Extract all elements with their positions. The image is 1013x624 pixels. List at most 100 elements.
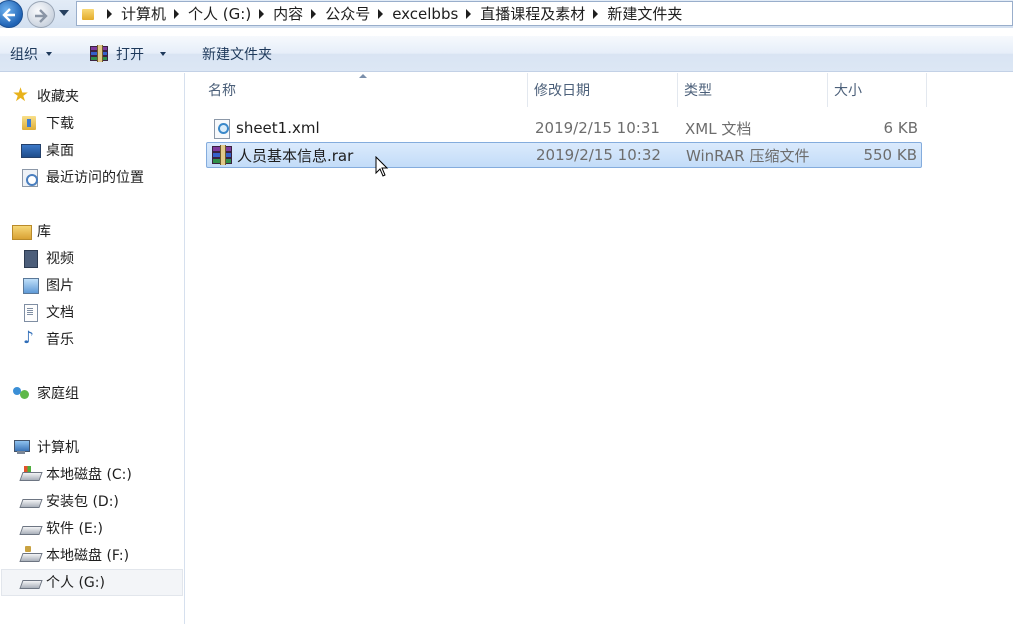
breadcrumb[interactable]: 计算机 个人 (G:) 内容 公众号 excelbbs 直播课程及素材 新建文件…	[76, 1, 1013, 26]
breadcrumb-item[interactable]: 内容	[251, 2, 303, 25]
nav-label: 下载	[46, 116, 74, 132]
breadcrumb-label[interactable]: 新建文件夹	[607, 3, 682, 24]
organize-label: 组织	[10, 46, 38, 63]
drive-icon	[21, 573, 39, 591]
forward-arrow-icon	[35, 9, 48, 23]
nav-label: 计算机	[37, 440, 79, 456]
xml-file-icon	[210, 118, 232, 139]
column-header-type[interactable]: 类型	[684, 73, 712, 107]
usb-drive-icon	[21, 546, 39, 564]
nav-label: 音乐	[46, 332, 74, 348]
nav-drive-g[interactable]: 个人 (G:)	[21, 571, 105, 593]
column-header-date[interactable]: 修改日期	[534, 73, 590, 107]
column-label: 类型	[684, 83, 712, 99]
file-list: 名称 修改日期 类型 大小 sheet1.xml 2019/2/15 10:31…	[186, 73, 1013, 624]
nav-label: 库	[37, 224, 51, 240]
address-bar-row: 计算机 个人 (G:) 内容 公众号 excelbbs 直播课程及素材 新建文件…	[0, 0, 1013, 28]
chevron-right-icon[interactable]	[593, 8, 599, 19]
column-label: 大小	[834, 83, 862, 99]
chevron-right-icon[interactable]	[174, 8, 180, 19]
organize-button[interactable]: 组织	[10, 36, 52, 71]
column-divider[interactable]	[827, 73, 828, 107]
back-button[interactable]	[0, 0, 23, 28]
file-size: 550 KB	[863, 146, 917, 164]
winrar-archive-icon	[211, 145, 233, 165]
drive-icon	[21, 519, 39, 537]
dropdown-caret-icon	[46, 51, 52, 56]
breadcrumb-label[interactable]: 计算机	[121, 3, 166, 24]
back-arrow-icon	[2, 8, 15, 22]
nav-label: 图片	[46, 278, 74, 294]
recent-pages-dropdown[interactable]	[59, 10, 69, 16]
breadcrumb-item[interactable]: 公众号	[303, 2, 370, 25]
breadcrumb-label[interactable]: excelbbs	[392, 5, 458, 23]
column-divider[interactable]	[677, 73, 678, 107]
video-library-icon	[21, 249, 39, 268]
file-date: 2019/2/15 10:32	[536, 146, 661, 164]
new-folder-button[interactable]: 新建文件夹	[202, 36, 272, 71]
file-name: 人员基本信息.rar	[237, 146, 354, 165]
file-size: 6 KB	[883, 119, 918, 137]
drive-icon	[21, 492, 39, 510]
file-row-selected[interactable]: 人员基本信息.rar 2019/2/15 10:32 WinRAR 压缩文件 5…	[206, 142, 922, 168]
nav-label: 安装包 (D:)	[46, 494, 119, 510]
nav-downloads[interactable]: 下载	[21, 112, 74, 134]
file-date: 2019/2/15 10:31	[535, 119, 660, 137]
system-drive-icon	[21, 465, 39, 483]
breadcrumb-item[interactable]: 新建文件夹	[585, 2, 682, 25]
nav-drive-d[interactable]: 安装包 (D:)	[21, 490, 119, 512]
forward-button[interactable]	[27, 1, 55, 28]
nav-drive-e[interactable]: 软件 (E:)	[21, 517, 103, 539]
library-icon	[12, 222, 32, 240]
column-header-name[interactable]: 名称	[208, 73, 236, 107]
open-label: 打开	[116, 46, 144, 63]
column-divider[interactable]	[926, 73, 927, 107]
breadcrumb-item[interactable]: 计算机	[99, 2, 166, 25]
homegroup-icon	[12, 384, 30, 402]
mouse-cursor-icon	[375, 156, 389, 177]
nav-homegroup[interactable]: 家庭组	[12, 382, 79, 404]
breadcrumb-item[interactable]: 直播课程及素材	[458, 2, 585, 25]
dropdown-caret-icon[interactable]	[160, 51, 166, 56]
breadcrumb-label[interactable]: 直播课程及素材	[480, 3, 585, 24]
nav-documents[interactable]: 文档	[21, 301, 74, 323]
nav-pictures[interactable]: 图片	[21, 274, 74, 296]
nav-desktop[interactable]: 桌面	[21, 139, 74, 161]
file-type: WinRAR 压缩文件	[686, 146, 810, 165]
new-folder-label: 新建文件夹	[202, 46, 272, 63]
chevron-right-icon[interactable]	[259, 8, 265, 19]
open-button[interactable]: 打开	[90, 36, 166, 71]
chevron-right-icon[interactable]	[107, 8, 112, 19]
downloads-folder-icon	[21, 114, 39, 132]
nav-computer[interactable]: 计算机	[12, 436, 79, 458]
nav-libraries[interactable]: 库	[12, 220, 51, 242]
nav-label: 家庭组	[37, 386, 79, 402]
breadcrumb-label[interactable]: 内容	[273, 3, 303, 24]
nav-label: 软件 (E:)	[46, 521, 103, 537]
winrar-icon	[90, 44, 108, 62]
command-bar: 组织 打开 新建文件夹	[0, 36, 1013, 72]
column-header-size[interactable]: 大小	[834, 73, 862, 107]
file-name-cell: sheet1.xml	[210, 115, 320, 141]
file-name: sheet1.xml	[236, 119, 320, 137]
chevron-right-icon[interactable]	[466, 8, 472, 19]
nav-drive-f[interactable]: 本地磁盘 (F:)	[21, 544, 129, 566]
nav-recent-places[interactable]: 最近访问的位置	[21, 166, 144, 188]
computer-icon	[12, 438, 30, 456]
nav-videos[interactable]: 视频	[21, 247, 74, 269]
pictures-library-icon	[21, 276, 39, 294]
chevron-right-icon[interactable]	[311, 8, 317, 19]
breadcrumb-label[interactable]: 公众号	[325, 3, 370, 24]
star-icon	[12, 84, 30, 106]
breadcrumb-item[interactable]: excelbbs	[370, 2, 458, 25]
column-divider[interactable]	[527, 73, 528, 107]
breadcrumb-item[interactable]: 个人 (G:)	[166, 2, 251, 25]
nav-drive-c[interactable]: 本地磁盘 (C:)	[21, 463, 132, 485]
chevron-right-icon[interactable]	[378, 8, 384, 19]
music-library-icon	[21, 328, 39, 348]
nav-favorites[interactable]: 收藏夹	[12, 84, 79, 107]
breadcrumb-label[interactable]: 个人 (G:)	[188, 3, 251, 24]
file-row[interactable]: sheet1.xml 2019/2/15 10:31 XML 文档 6 KB	[206, 115, 922, 141]
navigation-pane: 收藏夹 下载 桌面 最近访问的位置 库 视频 图片 文档 音乐 家庭组 计算机	[0, 73, 185, 624]
nav-music[interactable]: 音乐	[21, 328, 74, 350]
